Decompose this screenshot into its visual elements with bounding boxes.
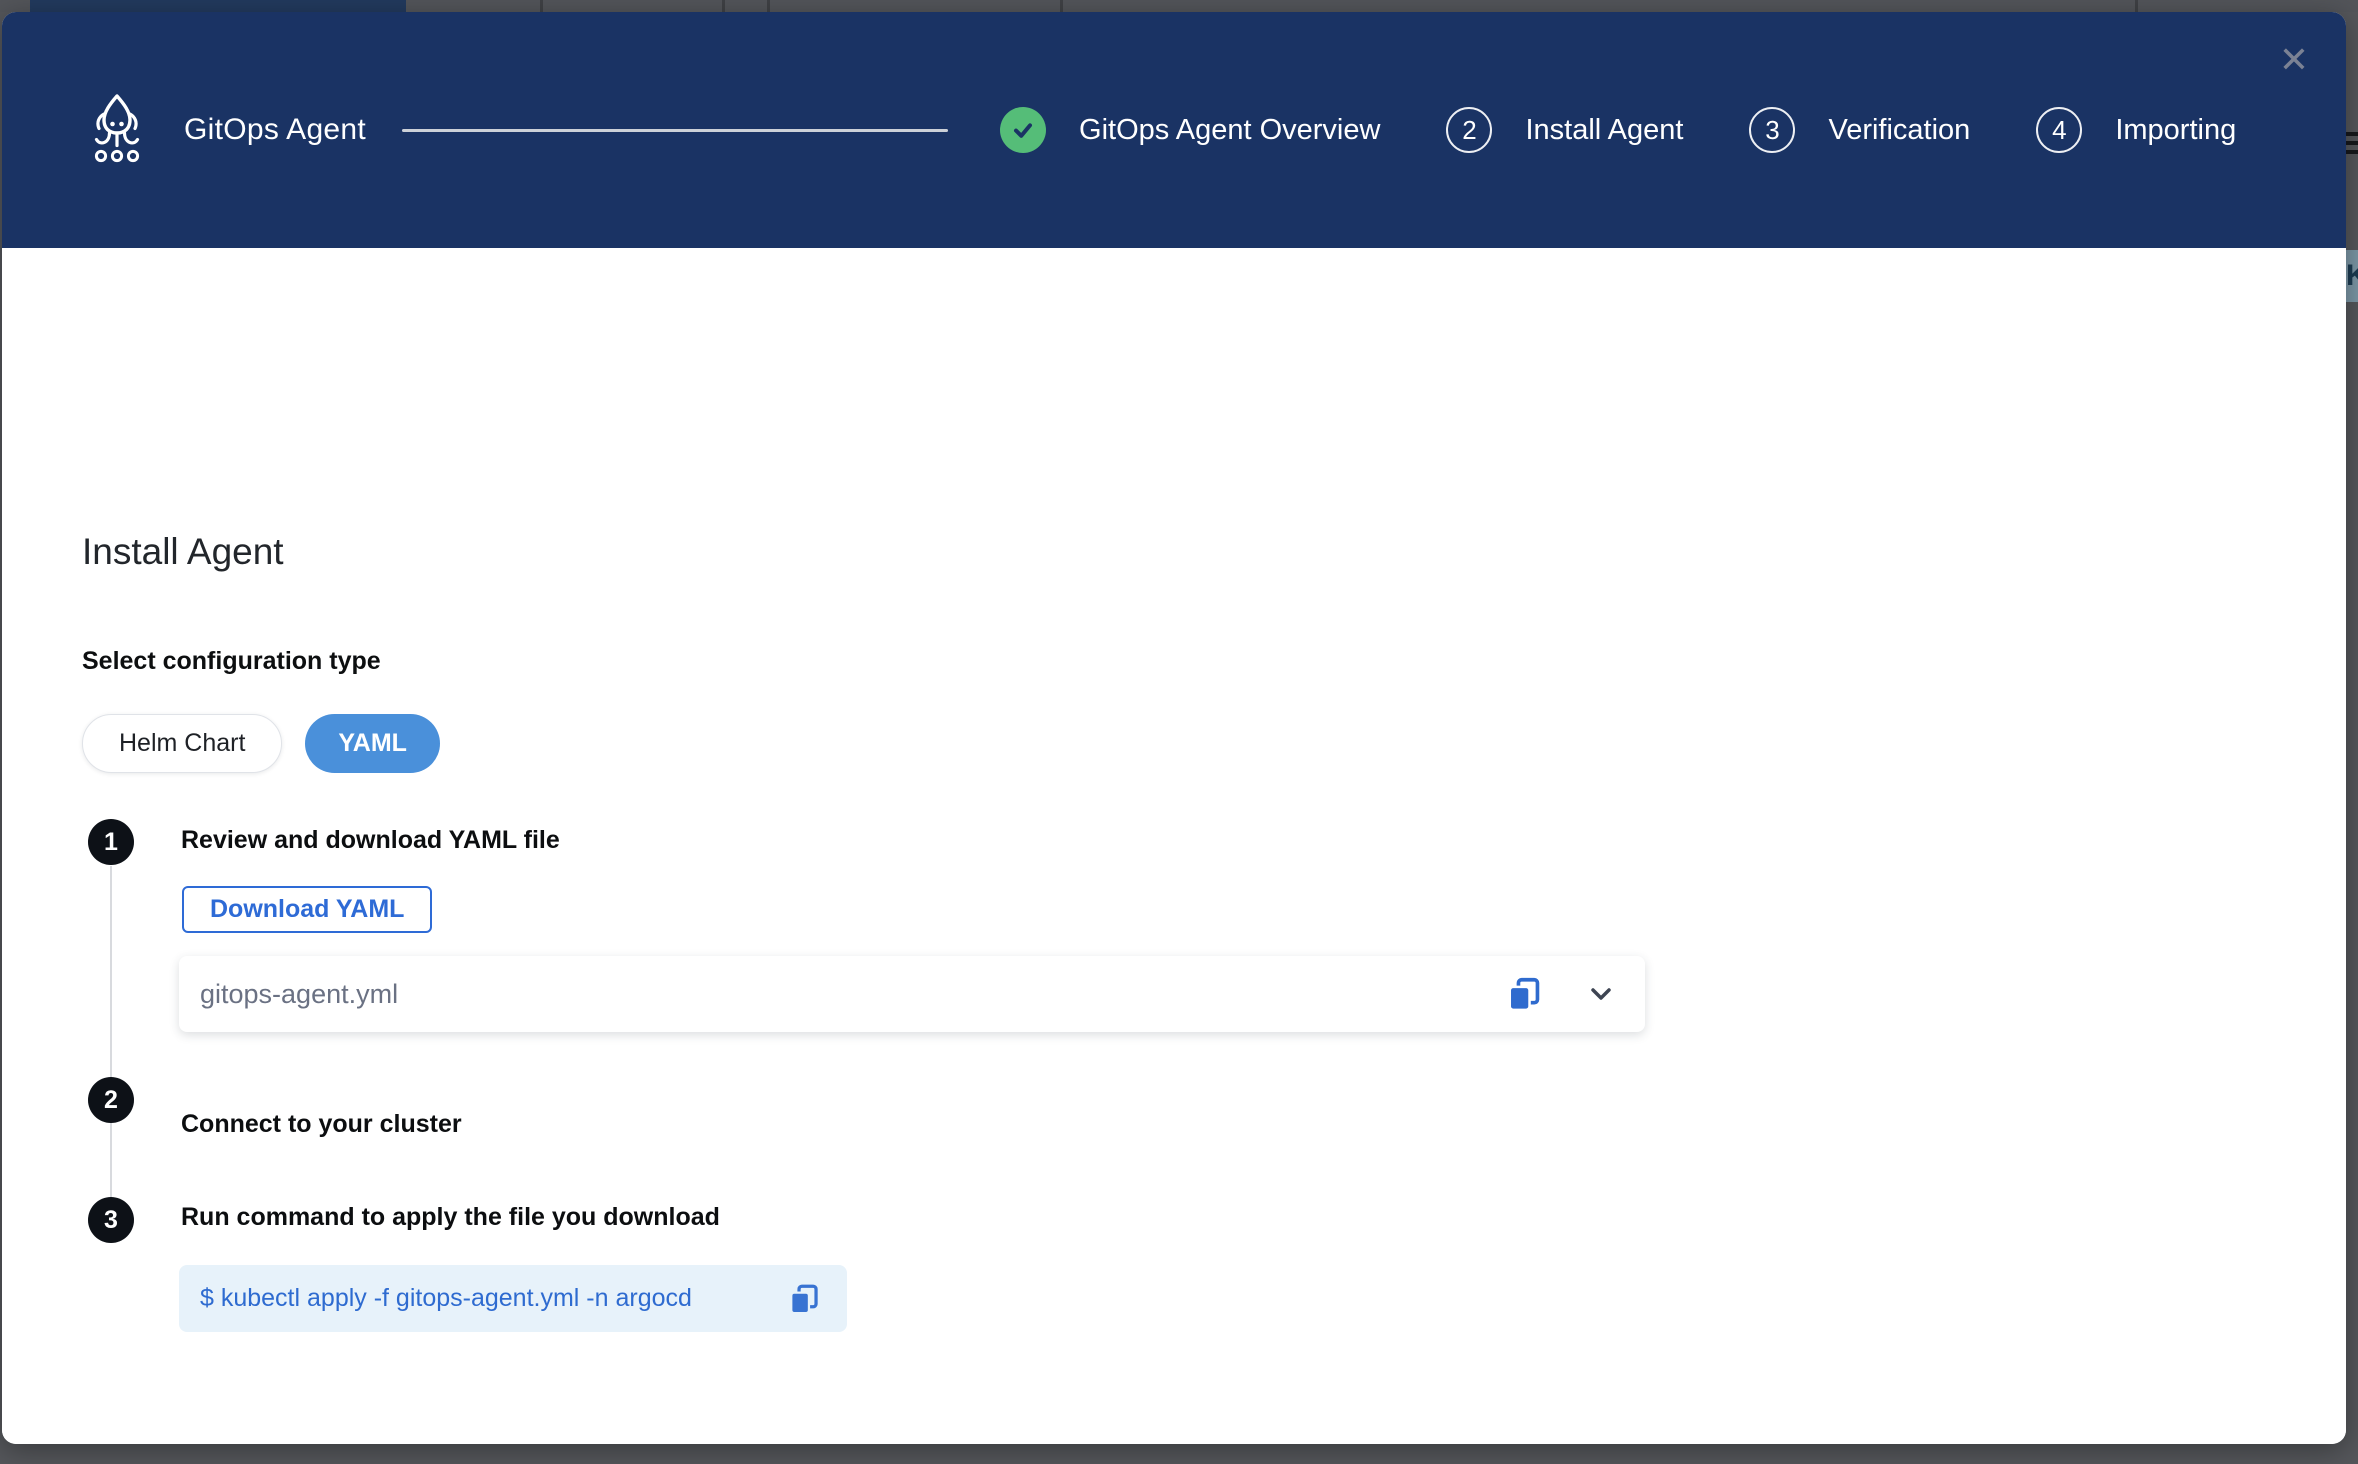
- step-number-circle: 3: [1749, 107, 1795, 153]
- stepper-label: Install Agent: [1525, 114, 1683, 147]
- tab-divider: [540, 0, 543, 12]
- stepper-item-importing[interactable]: 4 Importing: [2036, 107, 2236, 153]
- chevron-down-icon[interactable]: [1585, 978, 1617, 1010]
- tab-divider: [1060, 0, 1063, 12]
- tab-divider: [2135, 0, 2138, 12]
- wizard-stepper: GitOps Agent Overview 2 Install Agent 3 …: [1000, 107, 2236, 153]
- tab-divider: [767, 0, 770, 12]
- config-type-toggle: Helm Chart YAML: [82, 714, 440, 773]
- gitops-agent-icon: [88, 92, 146, 169]
- wizard-body: Install Agent Select configuration type …: [2, 248, 2346, 1444]
- step-3-title: Run command to apply the file you downlo…: [181, 1203, 720, 1232]
- background-active-tab: [30, 0, 406, 12]
- step-2-number: 2: [88, 1077, 134, 1123]
- wizard-title: GitOps Agent: [184, 113, 366, 147]
- check-icon: [1000, 107, 1046, 153]
- background-page-edge: K: [2346, 12, 2358, 1464]
- stepper-item-verification[interactable]: 3 Verification: [1749, 107, 1970, 153]
- step-number-circle: 4: [2036, 107, 2082, 153]
- wizard-header: GitOps Agent GitOps Agent Overview 2 Ins…: [2, 12, 2346, 248]
- copy-icon[interactable]: [1505, 975, 1543, 1013]
- page-edge-fragment: K: [2346, 250, 2358, 302]
- config-option-yaml[interactable]: YAML: [305, 714, 440, 773]
- page-title: Install Agent: [82, 531, 284, 573]
- header-divider-line: [402, 129, 948, 132]
- copy-icon[interactable]: [787, 1282, 821, 1316]
- yaml-filename: gitops-agent.yml: [200, 979, 398, 1010]
- stepper-item-install-agent[interactable]: 2 Install Agent: [1446, 107, 1683, 153]
- step-1-number: 1: [88, 819, 134, 865]
- step-connector-line: [110, 866, 112, 1197]
- gitops-agent-wizard-modal: GitOps Agent GitOps Agent Overview 2 Ins…: [2, 12, 2346, 1444]
- stepper-label: GitOps Agent Overview: [1079, 114, 1380, 147]
- download-yaml-button[interactable]: Download YAML: [182, 886, 432, 933]
- menu-icon: [2346, 132, 2358, 159]
- kubectl-command: $ kubectl apply -f gitops-agent.yml -n a…: [200, 1284, 692, 1313]
- kubectl-command-box: $ kubectl apply -f gitops-agent.yml -n a…: [179, 1265, 847, 1332]
- yaml-file-row[interactable]: gitops-agent.yml: [179, 956, 1645, 1032]
- config-type-label: Select configuration type: [82, 647, 381, 676]
- stepper-label: Verification: [1828, 114, 1970, 147]
- tab-divider: [722, 0, 725, 12]
- step-number-circle: 2: [1446, 107, 1492, 153]
- step-2-title: Connect to your cluster: [181, 1110, 462, 1139]
- step-3-number: 3: [88, 1197, 134, 1243]
- step-1-title: Review and download YAML file: [181, 826, 560, 855]
- config-option-helm-chart[interactable]: Helm Chart: [82, 714, 282, 773]
- stepper-label: Importing: [2115, 114, 2236, 147]
- browser-tab-bar: [0, 0, 2358, 12]
- close-icon[interactable]: ✕: [2272, 38, 2316, 82]
- stepper-item-overview[interactable]: GitOps Agent Overview: [1000, 107, 1380, 153]
